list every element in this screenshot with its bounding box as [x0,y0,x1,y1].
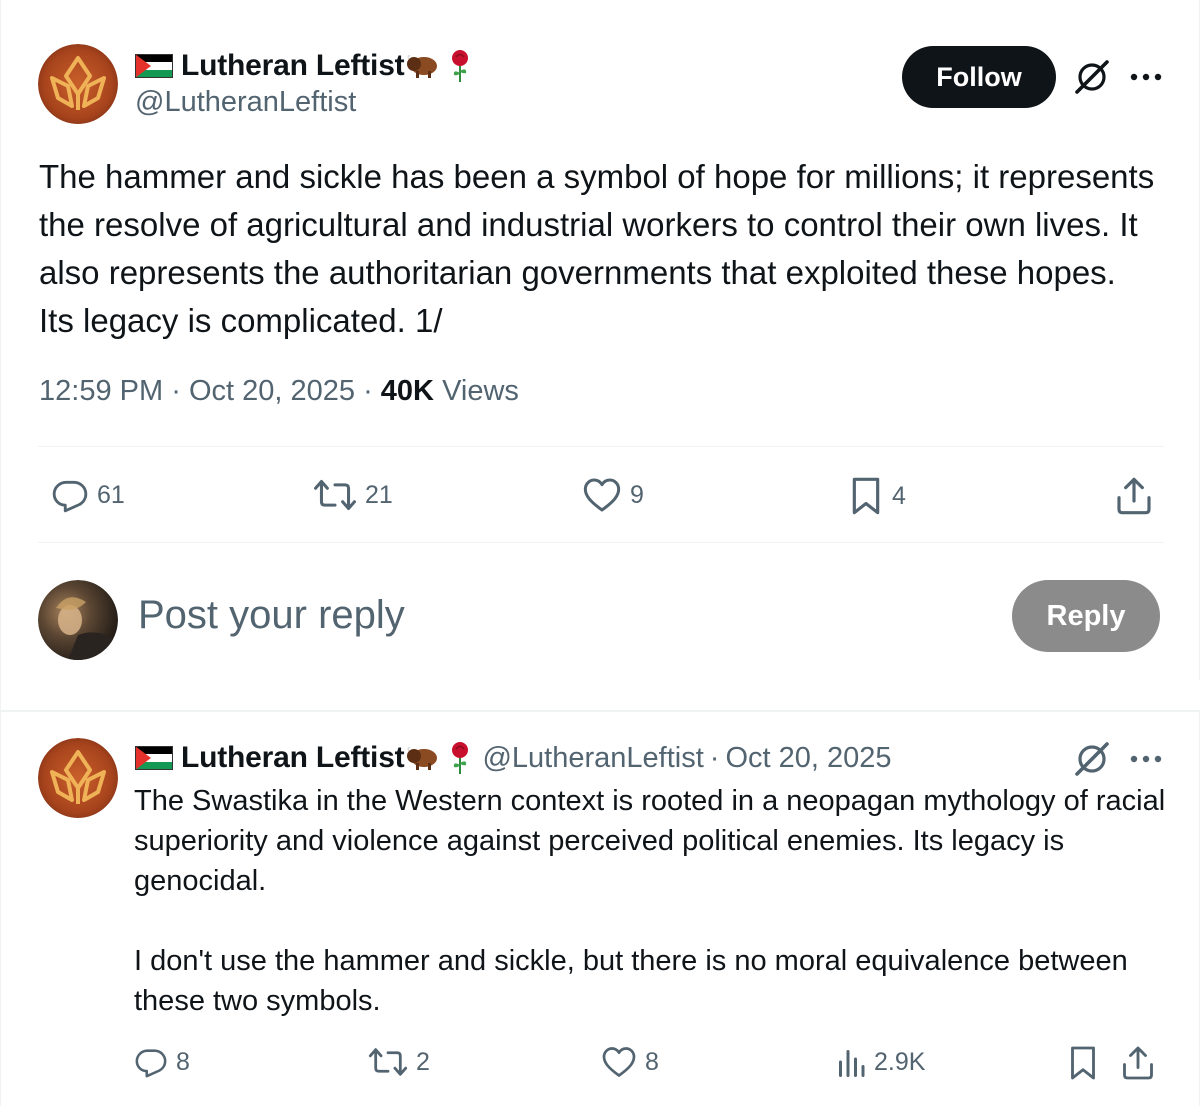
repost-icon [368,1048,408,1076]
reply-icon [135,1049,167,1078]
more-options-icon[interactable] [1128,753,1164,765]
divider [38,542,1164,543]
post-text: The hammer and sickle has been a symbol … [39,158,1155,339]
reply-action[interactable]: 8 [134,1045,190,1079]
like-action[interactable]: 8 [601,1045,659,1079]
grok-icon[interactable] [1073,740,1111,778]
post-thread: Lutheran Leftist @LutheranLeftist Follow [0,0,1200,1106]
like-action[interactable]: 9 [582,476,644,514]
bison-icon [407,747,438,770]
share-action[interactable] [1121,1045,1155,1081]
author-display-name[interactable]: Lutheran Leftist [181,49,405,83]
reply-button[interactable]: Reply [1012,580,1160,652]
repost-icon [314,479,356,511]
post-date[interactable]: Oct 20, 2025 [189,375,355,407]
share-icon [1117,477,1151,515]
reply-count: 61 [97,480,125,509]
thread-separator [1,680,1200,712]
heart-icon [583,478,621,512]
bookmark-icon [1071,1046,1095,1080]
more-options-icon[interactable] [1128,71,1164,83]
rose-icon [452,50,469,82]
reply-count: 8 [176,1047,190,1076]
author-display-name[interactable]: Lutheran Leftist [181,741,405,775]
meta-separator: · [171,375,181,407]
post-time[interactable]: 12:59 PM [39,375,163,407]
reply-paragraph: I don't use the hammer and sickle, but t… [134,945,1128,1017]
current-user-avatar[interactable] [38,580,118,660]
post-actions: 61 21 9 4 [1,466,1200,526]
post-date[interactable]: Oct 20, 2025 [725,742,891,775]
reply-actions: 8 2 8 2.9K [1,1040,1200,1090]
author-avatar[interactable] [38,44,118,124]
repost-action[interactable]: 21 [313,476,393,514]
palestine-flag-icon [135,54,173,78]
palestine-flag-icon [135,746,173,770]
post-meta: 12:59 PM · Oct 20, 2025 · 40K Views [39,375,519,408]
analytics-icon [839,1050,865,1077]
repost-count: 21 [365,480,393,509]
bison-icon [407,55,438,78]
like-count: 8 [645,1047,659,1076]
share-action[interactable] [1115,476,1153,516]
repost-count: 2 [416,1047,430,1076]
bookmark-action[interactable] [1067,1045,1099,1081]
meta-separator: · [709,741,720,774]
heart-icon [602,1047,636,1077]
rose-icon [452,742,469,774]
author-handle[interactable]: @LutheranLeftist [482,742,703,775]
grok-icon[interactable] [1073,58,1111,96]
author-name-row[interactable]: Lutheran Leftist [135,46,472,86]
reply-text: The Swastika in the Western context is r… [134,781,1174,1021]
reply-icon [52,480,88,513]
author-handle[interactable]: @LutheranLeftist [135,86,356,119]
views-action[interactable]: 2.9K [836,1045,925,1079]
meta-separator: · [363,375,373,407]
bookmark-count: 4 [892,481,906,510]
follow-button[interactable]: Follow [902,46,1056,108]
views-count: 2.9K [874,1047,926,1076]
reply-compose-input[interactable]: Post your reply [138,593,405,638]
reply-paragraph: The Swastika in the Western context is r… [134,785,1166,897]
share-icon [1123,1046,1153,1080]
main-post: Lutheran Leftist @LutheranLeftist Follow [1,0,1200,712]
like-count: 9 [630,480,644,509]
bookmark-action[interactable]: 4 [848,476,906,516]
reply-action[interactable]: 61 [51,476,125,514]
author-avatar[interactable] [38,738,118,818]
reply-author-row[interactable]: Lutheran Leftist @LutheranLeftist · Oct … [135,738,892,778]
divider [38,446,1164,447]
views-count: 40K [380,375,434,407]
repost-action[interactable]: 2 [368,1045,430,1079]
bookmark-icon [852,477,880,515]
views-label: Views [442,375,519,407]
